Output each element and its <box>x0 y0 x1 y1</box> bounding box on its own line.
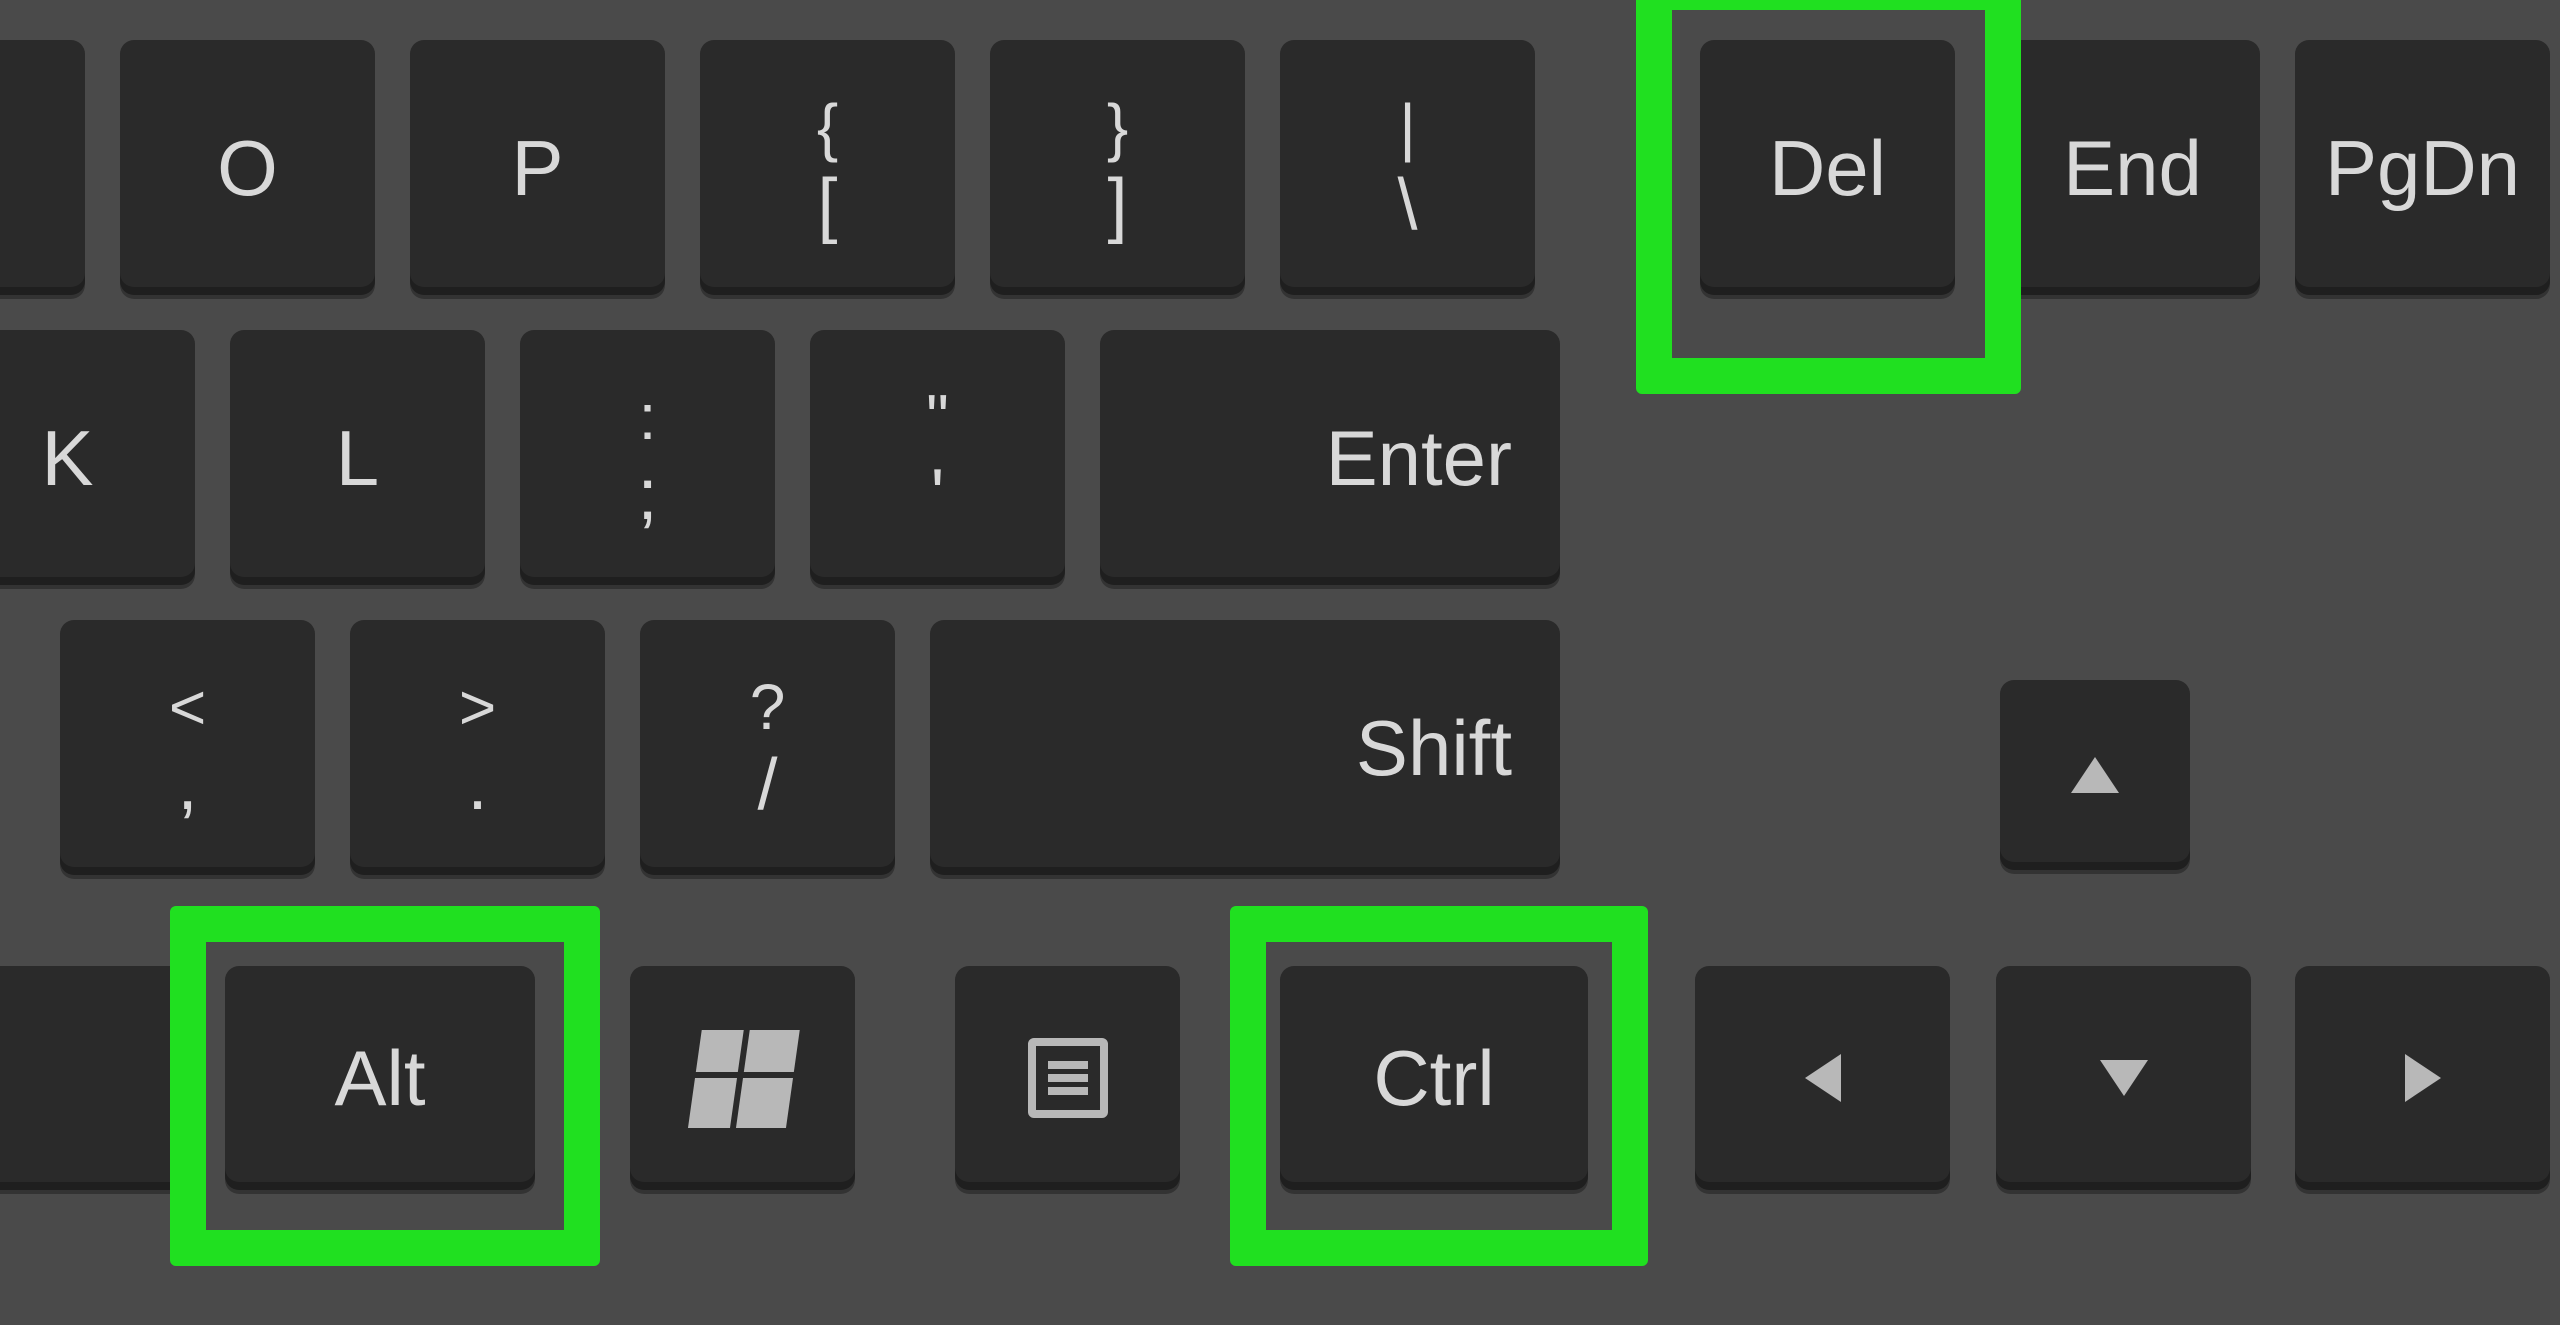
key-label: End <box>2063 129 2202 207</box>
key-label: Del <box>1769 129 1886 207</box>
key-i[interactable]: I <box>0 40 85 295</box>
key-arrow-left[interactable] <box>1695 966 1950 1190</box>
key-label: Shift <box>1356 709 1512 787</box>
key-lower: \ <box>1397 169 1417 241</box>
key-lower: / <box>757 749 777 821</box>
key-label: PgDn <box>2325 129 2520 207</box>
key-semicolon[interactable]: : ; <box>520 330 775 585</box>
key-end[interactable]: End <box>2005 40 2260 295</box>
key-upper: { <box>817 95 838 159</box>
arrow-up-icon <box>2071 757 2119 793</box>
key-lower: ] <box>1107 169 1127 241</box>
key-upper: : <box>639 385 657 449</box>
key-left-bracket[interactable]: { [ <box>700 40 955 295</box>
key-context-menu[interactable] <box>955 966 1180 1190</box>
key-del[interactable]: Del <box>1700 40 1955 295</box>
key-l[interactable]: L <box>230 330 485 585</box>
key-p[interactable]: P <box>410 40 665 295</box>
key-slash[interactable]: ? / <box>640 620 895 875</box>
key-period[interactable]: > . <box>350 620 605 875</box>
arrow-left-icon <box>1805 1054 1841 1102</box>
context-menu-icon <box>1028 1038 1108 1118</box>
key-label: K <box>41 419 93 497</box>
key-lower: . <box>467 749 487 821</box>
arrow-down-icon <box>2100 1060 2148 1096</box>
key-pgdn[interactable]: PgDn <box>2295 40 2550 295</box>
key-upper: > <box>459 675 496 739</box>
windows-icon <box>688 1030 797 1126</box>
key-lower: ; <box>637 459 657 531</box>
key-label: O <box>217 129 278 207</box>
key-label: Ctrl <box>1373 1039 1494 1117</box>
key-backslash[interactable]: | \ <box>1280 40 1535 295</box>
key-upper: < <box>169 675 206 739</box>
key-blank-left[interactable] <box>0 966 185 1190</box>
arrow-right-icon <box>2405 1054 2441 1102</box>
key-comma[interactable]: < , <box>60 620 315 875</box>
key-arrow-down[interactable] <box>1996 966 2251 1190</box>
key-ctrl[interactable]: Ctrl <box>1280 966 1588 1190</box>
key-upper: | <box>1399 95 1416 159</box>
key-label: Enter <box>1326 419 1512 497</box>
key-k[interactable]: K <box>0 330 195 585</box>
key-o[interactable]: O <box>120 40 375 295</box>
key-right-bracket[interactable]: } ] <box>990 40 1245 295</box>
key-arrow-up[interactable] <box>2000 680 2190 870</box>
key-upper: ? <box>750 675 786 739</box>
key-quote[interactable]: " ' <box>810 330 1065 585</box>
key-upper: " <box>926 385 949 449</box>
key-label: Alt <box>334 1039 425 1117</box>
key-upper: } <box>1107 95 1128 159</box>
key-shift[interactable]: Shift <box>930 620 1560 875</box>
key-arrow-right[interactable] <box>2295 966 2550 1190</box>
key-lower: , <box>177 749 197 821</box>
key-label: P <box>511 129 563 207</box>
key-enter[interactable]: Enter <box>1100 330 1560 585</box>
key-label: L <box>336 419 379 497</box>
key-lower: ' <box>931 459 945 531</box>
key-windows[interactable] <box>630 966 855 1190</box>
key-alt[interactable]: Alt <box>225 966 535 1190</box>
keyboard-diagram: I O P { [ } ] | \ Del End PgDn K L : ; "… <box>0 0 2560 1325</box>
key-lower: [ <box>817 169 837 241</box>
